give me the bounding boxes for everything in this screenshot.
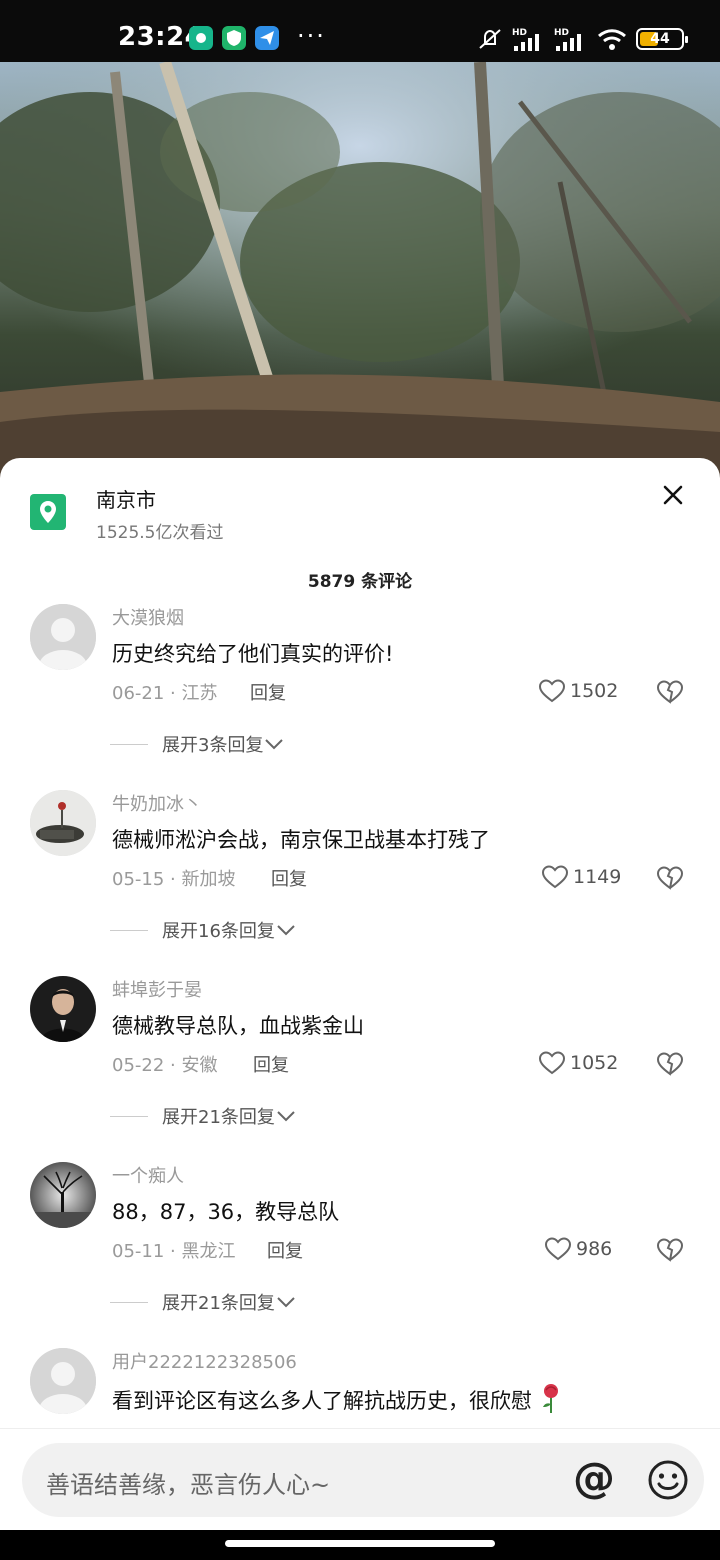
comments-sheet: 南京市 1525.5亿次看过 5879 条评论 大漠狼烟 历史终究给了他们真实的… — [0, 458, 720, 1530]
chevron-down-icon — [277, 925, 295, 936]
comment-input[interactable]: 善语结善缘，恶言伤人心~ @ — [22, 1443, 704, 1517]
status-bar: 23:24 ··· HD HD 44 — [0, 0, 720, 62]
comment-meta: 05-15 · 新加坡 — [112, 869, 236, 890]
rose-icon — [542, 1384, 558, 1413]
comment-text[interactable]: 88，87，36，教导总队 — [112, 1196, 339, 1226]
chevron-down-icon — [277, 1111, 295, 1122]
expand-replies-label: 展开21条回复 — [162, 1107, 275, 1128]
location-views: 1525.5亿次看过 — [96, 523, 224, 543]
comment-item: 蚌埠彭于晏 德械教导总队，血战紫金山 05-22 · 安徽 回复 1052 展开… — [0, 976, 720, 1156]
reply-button[interactable]: 回复 — [253, 1051, 289, 1077]
like-count: 1502 — [570, 680, 619, 702]
comment-username[interactable]: 牛奶加冰丶 — [112, 790, 202, 816]
comment-item: 用户2222122328506 看到评论区有这么多人了解抗战历史，很欣慰 — [0, 1348, 720, 1428]
location-title[interactable]: 南京市 — [96, 484, 156, 513]
chevron-down-icon — [277, 1297, 295, 1308]
signal-icon: HD — [512, 28, 539, 51]
avatar[interactable] — [30, 1162, 96, 1228]
wifi-icon — [598, 29, 626, 50]
expand-replies-label: 展开21条回复 — [162, 1293, 275, 1314]
close-icon[interactable] — [660, 482, 686, 508]
battery-icon: 44 — [636, 28, 688, 50]
avatar[interactable] — [30, 1348, 96, 1414]
dislike-broken-heart-icon[interactable] — [656, 1237, 684, 1263]
expand-replies-button[interactable]: 展开21条回复 — [110, 1289, 297, 1315]
reply-button[interactable]: 回复 — [267, 1237, 303, 1263]
signal-icon: HD — [554, 28, 581, 51]
send-app-icon — [255, 26, 279, 50]
comment-text-content: 看到评论区有这么多人了解抗战历史，很欣慰 — [112, 1389, 532, 1413]
comment-username[interactable]: 一个痴人 — [112, 1162, 184, 1188]
like-button[interactable]: 986 — [544, 1236, 612, 1262]
svg-text:HD: HD — [554, 28, 569, 38]
comment-username[interactable]: 用户2222122328506 — [112, 1348, 297, 1374]
dislike-broken-heart-icon[interactable] — [656, 679, 684, 705]
expand-replies-label: 展开16条回复 — [162, 921, 275, 942]
video-player[interactable] — [0, 62, 720, 482]
avatar[interactable] — [30, 604, 96, 670]
comment-username[interactable]: 蚌埠彭于晏 — [112, 976, 202, 1002]
avatar[interactable] — [30, 976, 96, 1042]
expand-replies-button[interactable]: 展开3条回复 — [110, 731, 285, 757]
app-notification-icon — [189, 26, 213, 50]
comment-text[interactable]: 德械教导总队，血战紫金山 — [112, 1010, 364, 1040]
chevron-down-icon — [265, 739, 284, 750]
more-notifications-icon: ··· — [297, 22, 326, 50]
expand-replies-button[interactable]: 展开16条回复 — [110, 917, 297, 943]
heart-icon — [541, 865, 569, 889]
status-icons: HD HD 44 — [476, 26, 688, 52]
like-count: 1149 — [573, 866, 622, 888]
comment-text[interactable]: 德械师淞沪会战，南京保卫战基本打残了 — [112, 824, 490, 854]
comment-text[interactable]: 看到评论区有这么多人了解抗战历史，很欣慰 — [112, 1382, 563, 1415]
comment-meta: 05-11 · 黑龙江 — [112, 1241, 236, 1262]
like-count: 986 — [576, 1238, 613, 1260]
dislike-broken-heart-icon[interactable] — [656, 1051, 684, 1077]
comment-item: 牛奶加冰丶 德械师淞沪会战，南京保卫战基本打残了 05-15 · 新加坡 回复 … — [0, 790, 720, 970]
svg-text:HD: HD — [512, 28, 527, 38]
like-count: 1052 — [570, 1052, 619, 1074]
expand-replies-label: 展开3条回复 — [162, 735, 264, 756]
comment-item: 一个痴人 88，87，36，教导总队 05-11 · 黑龙江 回复 986 展开… — [0, 1162, 720, 1342]
heart-icon — [538, 1051, 566, 1075]
comment-input-bar: 善语结善缘，恶言伤人心~ @ — [0, 1428, 720, 1530]
reply-button[interactable]: 回复 — [250, 679, 286, 705]
emoji-icon[interactable] — [646, 1458, 690, 1502]
like-button[interactable]: 1502 — [538, 678, 618, 704]
comment-count: 5879 条评论 — [307, 572, 413, 592]
system-nav-bar — [0, 1530, 720, 1560]
comment-meta: 06-21 · 江苏 — [112, 683, 218, 704]
heart-icon — [544, 1237, 572, 1261]
comment-username[interactable]: 大漠狼烟 — [112, 604, 184, 630]
like-button[interactable]: 1149 — [541, 864, 621, 890]
mention-at-icon[interactable]: @ — [573, 1457, 615, 1499]
comment-meta: 05-22 · 安徽 — [112, 1055, 218, 1076]
like-button[interactable]: 1052 — [538, 1050, 618, 1076]
dislike-broken-heart-icon[interactable] — [656, 865, 684, 891]
location-pin-icon[interactable] — [30, 494, 66, 530]
comment-item: 大漠狼烟 历史终究给了他们真实的评价! 06-21 · 江苏 回复 1502 展… — [0, 604, 720, 784]
expand-replies-button[interactable]: 展开21条回复 — [110, 1103, 297, 1129]
video-frame-image — [0, 62, 720, 482]
comment-input-placeholder[interactable]: 善语结善缘，恶言伤人心~ — [46, 1465, 330, 1500]
shield-app-icon — [222, 26, 246, 50]
mute-icon — [479, 29, 501, 49]
avatar[interactable] — [30, 790, 96, 856]
comment-text[interactable]: 历史终究给了他们真实的评价! — [112, 638, 393, 668]
heart-icon — [538, 679, 566, 703]
home-indicator[interactable] — [225, 1540, 495, 1547]
reply-button[interactable]: 回复 — [271, 865, 307, 891]
